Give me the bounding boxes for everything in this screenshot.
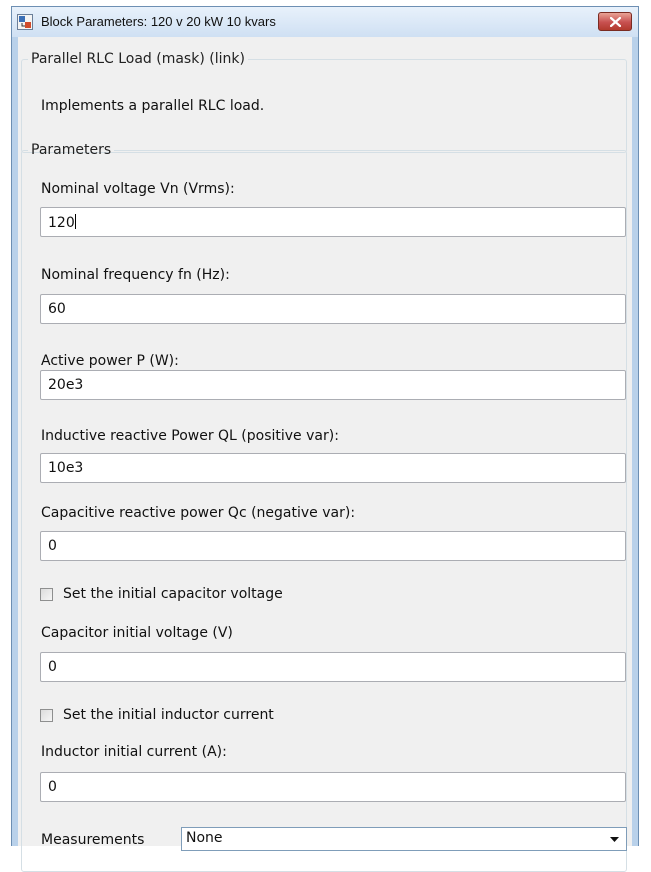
- nominal-frequency-input[interactable]: 60: [40, 294, 626, 324]
- active-power-value: 20e3: [48, 377, 84, 393]
- nominal-voltage-label: Nominal voltage Vn (Vrms):: [41, 181, 235, 197]
- parameters-group-title: Parameters: [31, 142, 112, 158]
- close-button[interactable]: [598, 12, 632, 31]
- ind-initial-current-value: 0: [48, 779, 57, 795]
- inductive-power-value: 10e3: [48, 460, 84, 476]
- capacitive-power-value: 0: [48, 538, 57, 554]
- nominal-voltage-input[interactable]: 120: [40, 207, 626, 237]
- capacitive-power-label: Capacitive reactive power Qc (negative v…: [41, 505, 356, 521]
- measurements-dropdown[interactable]: None: [181, 827, 627, 851]
- inductive-power-label: Inductive reactive Power QL (positive va…: [41, 428, 339, 444]
- ind-initial-current-label: Inductor initial current (A):: [41, 744, 227, 760]
- set-ind-current-checkbox[interactable]: [40, 709, 53, 722]
- ind-initial-current-input[interactable]: 0: [40, 772, 626, 802]
- description-text: Implements a parallel RLC load.: [41, 98, 265, 114]
- set-cap-voltage-checkbox[interactable]: [40, 588, 53, 601]
- nominal-voltage-value: 120: [48, 215, 75, 231]
- description-group-title: Parallel RLC Load (mask) (link): [31, 51, 245, 67]
- text-caret: [74, 214, 76, 229]
- chevron-down-icon[interactable]: [610, 837, 619, 842]
- cap-initial-voltage-input[interactable]: 0: [40, 652, 626, 682]
- capacitive-power-input[interactable]: 0: [40, 531, 626, 561]
- close-icon: [610, 17, 621, 27]
- nominal-frequency-value: 60: [48, 301, 66, 317]
- block-parameters-dialog: Block Parameters: 120 v 20 kW 10 kvars P…: [11, 6, 639, 872]
- active-power-input[interactable]: 20e3: [40, 370, 626, 400]
- cap-initial-voltage-value: 0: [48, 659, 57, 675]
- cap-initial-voltage-label: Capacitor initial voltage (V): [41, 625, 233, 641]
- inductive-power-input[interactable]: 10e3: [40, 453, 626, 483]
- active-power-label: Active power P (W):: [41, 353, 179, 369]
- window-title: Block Parameters: 120 v 20 kW 10 kvars: [41, 14, 276, 29]
- measurements-selected: None: [186, 830, 223, 846]
- nominal-frequency-label: Nominal frequency fn (Hz):: [41, 267, 230, 283]
- set-cap-voltage-label[interactable]: Set the initial capacitor voltage: [63, 586, 283, 602]
- set-ind-current-label[interactable]: Set the initial inductor current: [63, 707, 274, 723]
- simulink-block-icon: [17, 14, 33, 30]
- title-bar[interactable]: Block Parameters: 120 v 20 kW 10 kvars: [12, 7, 638, 37]
- dialog-client-area: Parallel RLC Load (mask) (link) Implemen…: [18, 37, 632, 872]
